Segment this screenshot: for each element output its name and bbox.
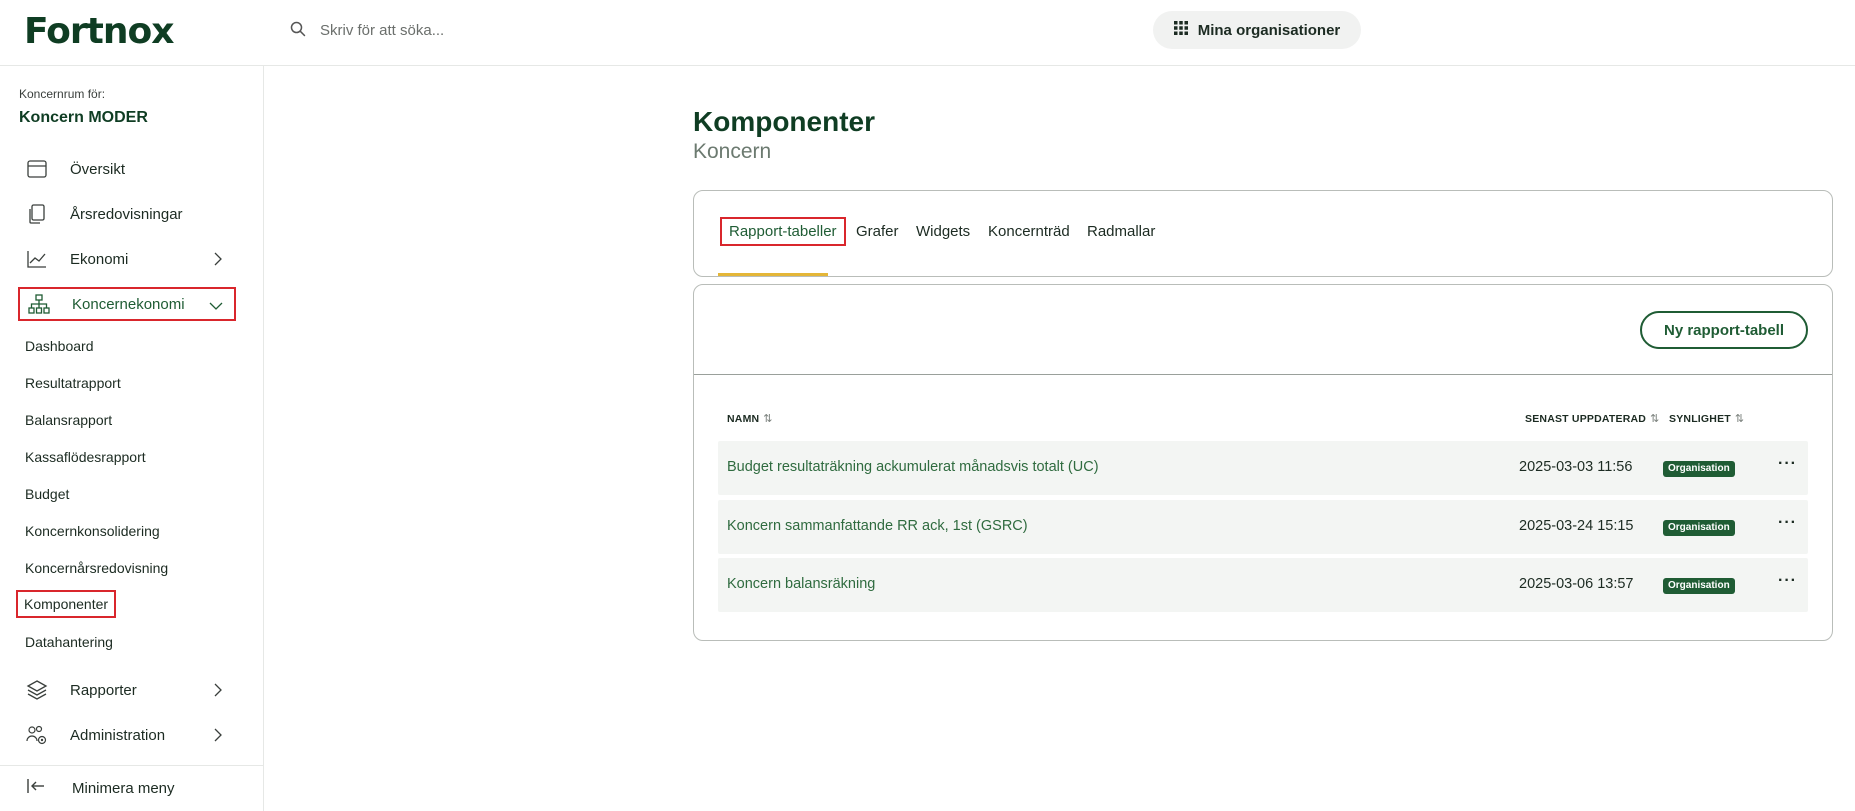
chevron-right-icon — [214, 728, 222, 742]
column-header-updated[interactable]: SENAST UPPDATERAD ⇅ — [1525, 412, 1660, 426]
tab-radmallar[interactable]: Radmallar — [1087, 223, 1155, 240]
subnav-koncernarsredovisning[interactable]: Koncernårsredovisning — [25, 560, 168, 576]
chevron-down-icon — [209, 302, 223, 310]
subnav-datahantering[interactable]: Datahantering — [25, 634, 113, 650]
my-organisations-label: Mina organisationer — [1197, 21, 1341, 39]
sidebar-item-oversikt[interactable]: Översikt — [18, 152, 236, 186]
sidebar-item-label: Koncernekonomi — [72, 295, 185, 313]
row-updated: 2025-03-24 15:15 — [1519, 518, 1634, 534]
sidebar-item-label: Administration — [70, 726, 166, 744]
minimize-menu-label: Minimera meny — [72, 779, 175, 797]
chevron-right-icon — [214, 252, 222, 266]
sidebar-item-administration[interactable]: Administration — [18, 718, 236, 752]
layers-icon — [26, 679, 48, 701]
subnav-kassaflodesrapport[interactable]: Kassaflödesrapport — [25, 449, 146, 465]
collapse-left-icon — [26, 776, 72, 800]
sidebar-item-label: Årsredovisningar — [70, 205, 183, 223]
context-name: Koncern MODER — [19, 109, 148, 126]
tab-widgets[interactable]: Widgets — [916, 223, 970, 240]
search-bar[interactable] — [290, 18, 790, 42]
sidebar-footer: Minimera meny — [0, 765, 263, 811]
column-header-name[interactable]: NAMN ⇅ — [727, 412, 773, 426]
table-row: Koncern balansräkning 2025-03-06 13:57 O… — [718, 558, 1808, 612]
row-more-icon[interactable]: ··· — [1778, 455, 1797, 473]
column-header-label: NAMN — [727, 412, 760, 425]
sidebar-item-label: Ekonomi — [70, 250, 129, 268]
users-gear-icon — [26, 724, 48, 746]
page-subtitle: Koncern — [693, 140, 772, 163]
sidebar-item-arsredovisningar[interactable]: Årsredovisningar — [18, 197, 236, 231]
column-header-label: SENAST UPPDATERAD — [1525, 412, 1647, 425]
sidebar: Koncernrum för: Koncern MODER Översikt Å… — [0, 66, 264, 811]
visibility-badge: Organisation — [1663, 578, 1735, 594]
my-organisations-button[interactable]: Mina organisationer — [1153, 11, 1361, 49]
column-header-label: SYNLIGHET — [1669, 412, 1731, 425]
subnav-resultatrapport[interactable]: Resultatrapport — [25, 375, 121, 391]
subnav-balansrapport[interactable]: Balansrapport — [25, 412, 112, 428]
sidebar-item-koncernekonomi[interactable]: Koncernekonomi — [18, 287, 236, 321]
chevron-right-icon — [214, 683, 222, 697]
tab-koncerntrad[interactable]: Koncernträd — [988, 223, 1070, 240]
sidebar-item-ekonomi[interactable]: Ekonomi — [18, 242, 236, 276]
calendar-window-icon — [26, 158, 48, 180]
row-name-link[interactable]: Koncern sammanfattande RR ack, 1st (GSRC… — [727, 518, 1028, 534]
minimize-menu-button[interactable]: Minimera meny — [26, 776, 175, 800]
grid-icon — [1173, 21, 1198, 39]
table-row: Budget resultaträkning ackumulerat månad… — [718, 441, 1808, 495]
subnav-koncernkonsolidering[interactable]: Koncernkonsolidering — [25, 523, 160, 539]
subnav-komponenter[interactable]: Komponenter — [16, 590, 117, 618]
new-report-table-button[interactable]: Ny rapport-tabell — [1640, 311, 1808, 349]
context-label: Koncernrum för: — [19, 87, 106, 101]
visibility-badge: Organisation — [1663, 461, 1735, 477]
sort-icon: ⇅ — [1650, 413, 1660, 425]
row-updated: 2025-03-06 13:57 — [1519, 576, 1634, 592]
visibility-badge: Organisation — [1663, 520, 1735, 536]
tab-grafer[interactable]: Grafer — [856, 223, 899, 240]
top-bar: Fortnox Mina organisationer — [0, 0, 1855, 66]
subnav-budget[interactable]: Budget — [25, 486, 69, 502]
report-table-card: Ny rapport-tabell NAMN ⇅ SENAST UPPDATER… — [693, 284, 1833, 641]
sidebar-item-label: Översikt — [70, 160, 126, 178]
subnav-dashboard[interactable]: Dashboard — [25, 338, 94, 354]
row-updated: 2025-03-03 11:56 — [1519, 459, 1633, 475]
row-name-link[interactable]: Koncern balansräkning — [727, 576, 875, 592]
row-more-icon[interactable]: ··· — [1778, 572, 1797, 590]
tab-rapport-tabeller[interactable]: Rapport-tabeller — [720, 217, 846, 246]
fortnox-logo[interactable]: Fortnox — [24, 11, 174, 52]
active-tab-indicator — [718, 273, 828, 276]
row-more-icon[interactable]: ··· — [1778, 514, 1797, 532]
row-name-link[interactable]: Budget resultaträkning ackumulerat månad… — [727, 459, 1099, 475]
tabs-card: Rapport-tabeller Grafer Widgets Koncernt… — [693, 190, 1833, 277]
divider — [694, 374, 1832, 375]
sidebar-item-rapporter[interactable]: Rapporter — [18, 673, 236, 707]
sidebar-item-label: Rapporter — [70, 681, 137, 699]
table-row: Koncern sammanfattande RR ack, 1st (GSRC… — [718, 500, 1808, 554]
search-icon — [290, 21, 306, 40]
line-chart-icon — [26, 248, 48, 270]
org-tree-icon — [28, 293, 50, 315]
column-header-visibility[interactable]: SYNLIGHET ⇅ — [1669, 412, 1745, 426]
search-input[interactable] — [320, 21, 720, 39]
sort-icon: ⇅ — [763, 413, 773, 425]
page-title: Komponenter — [693, 106, 875, 137]
sort-icon: ⇅ — [1734, 413, 1745, 425]
documents-icon — [26, 203, 48, 225]
